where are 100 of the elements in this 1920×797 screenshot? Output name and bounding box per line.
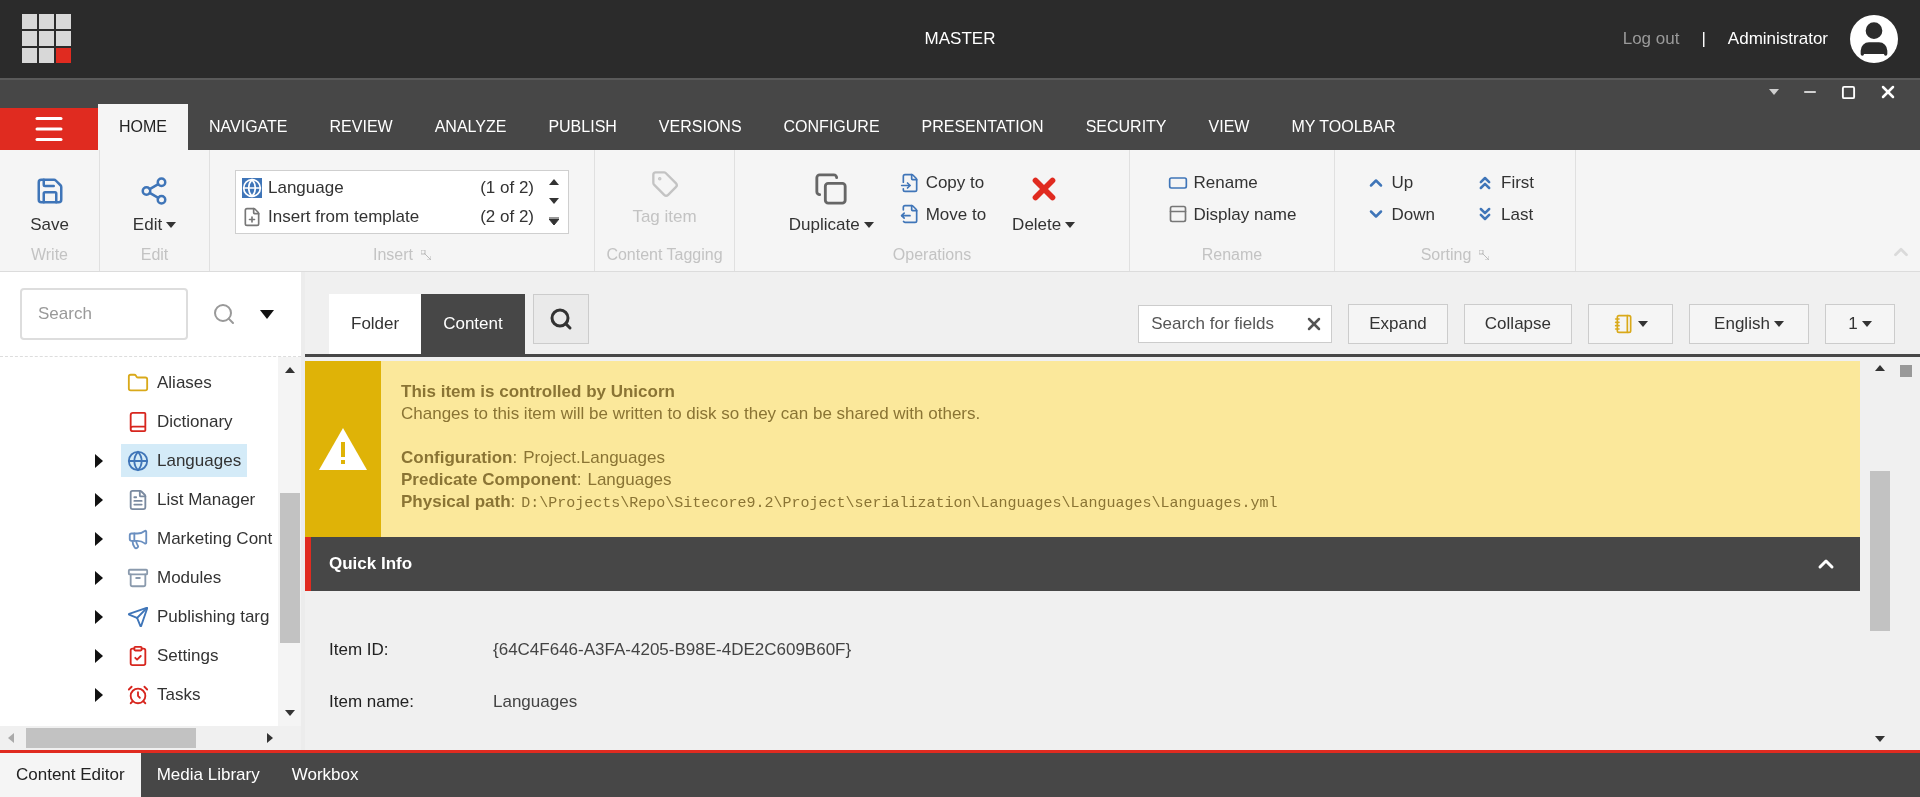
detail-label: Physical path:	[401, 491, 516, 513]
scrollbar-thumb[interactable]	[26, 728, 196, 748]
tree-item[interactable]: Publishing targ	[121, 600, 276, 633]
toolbar-button[interactable]: Expand	[1348, 304, 1448, 344]
option-count: (1 of 2)	[480, 176, 535, 199]
version-dropdown[interactable]: 1	[1825, 304, 1895, 344]
display-name-button[interactable]: Display name	[1167, 201, 1297, 227]
rename-button[interactable]: Rename	[1167, 170, 1297, 196]
field-value: Languages	[493, 690, 578, 713]
language-dropdown[interactable]: English	[1689, 304, 1809, 344]
expand-arrow-icon[interactable]	[95, 453, 103, 468]
ribbon-tab[interactable]: VIEW	[1187, 104, 1271, 150]
expand-arrow-icon[interactable]	[95, 648, 103, 663]
launchpad-grid-icon[interactable]	[22, 14, 72, 64]
panel-icon	[1167, 204, 1188, 225]
dropdown-caret-icon[interactable]	[260, 309, 274, 319]
search-icon[interactable]	[212, 302, 236, 326]
tree-item[interactable]: List Manager	[121, 483, 262, 516]
vertical-scrollbar[interactable]	[278, 357, 301, 726]
tree-item[interactable]: Aliases	[121, 366, 218, 399]
tree-item[interactable]: Tasks	[121, 678, 207, 711]
ribbon-tab[interactable]: HOME	[98, 104, 188, 150]
globe-icon	[242, 177, 262, 198]
search-button[interactable]	[532, 294, 589, 344]
search-field[interactable]: Search	[20, 288, 188, 340]
more-icon[interactable]	[549, 216, 559, 225]
file-out-icon	[899, 204, 920, 225]
scroll-up-icon	[1875, 365, 1885, 371]
toolbar-button[interactable]: Collapse	[1463, 304, 1572, 344]
insert-option[interactable]: Language	[268, 174, 344, 201]
move-to-button[interactable]: Move to	[899, 201, 987, 227]
tree-item-label: Marketing Cont	[157, 527, 273, 550]
tree-item[interactable]: Settings	[121, 639, 225, 672]
section-header[interactable]: Quick Info	[305, 537, 1860, 591]
up-button[interactable]: Up	[1365, 170, 1435, 196]
separator: |	[1701, 28, 1706, 51]
app-tab[interactable]: Media Library	[140, 753, 276, 797]
document-icon	[242, 206, 262, 227]
down-button[interactable]: Down	[1365, 201, 1435, 227]
copy-to-button[interactable]: Copy to	[899, 170, 987, 196]
scroll-up-icon[interactable]	[549, 179, 559, 186]
ribbon-tab[interactable]: NAVIGATE	[188, 104, 309, 150]
menu-button[interactable]	[0, 108, 98, 150]
scroll-down-icon	[284, 710, 295, 716]
expand-arrow-icon[interactable]	[95, 492, 103, 507]
file-in-icon	[899, 172, 920, 193]
tree-item[interactable]: Marketing Cont	[121, 522, 279, 555]
detail-label: Predicate Component:	[401, 469, 582, 491]
ribbon-tab[interactable]: SECURITY	[1064, 104, 1188, 150]
expand-arrow-icon[interactable]	[95, 687, 103, 702]
maximize-icon[interactable]	[1841, 84, 1856, 100]
section-title: Quick Info	[329, 553, 413, 576]
avatar-icon[interactable]	[1850, 15, 1898, 63]
caret-icon	[1637, 321, 1648, 327]
tree-item[interactable]: Modules	[121, 561, 228, 594]
caret-icon	[1861, 321, 1872, 327]
ribbon-tab[interactable]: ANALYZE	[413, 104, 528, 150]
logout-link[interactable]: Log out	[1622, 26, 1680, 52]
scrollbar-thumb[interactable]	[1870, 471, 1890, 631]
editor-tab[interactable]: Content	[421, 294, 525, 354]
ribbon-tab[interactable]: CONFIGURE	[762, 104, 901, 150]
ribbon-tab[interactable]: MY TOOLBAR	[1270, 104, 1417, 150]
insert-option[interactable]: Insert from template	[268, 203, 420, 230]
tree-item[interactable]: Languages	[121, 444, 248, 477]
tree-item-label: Languages	[157, 449, 242, 472]
app-tab[interactable]: Content Editor	[0, 753, 141, 797]
checklist-icon	[127, 644, 149, 667]
scroll-down-icon	[1875, 736, 1885, 742]
scroll-right-icon[interactable]	[267, 733, 273, 743]
expand-arrow-icon[interactable]	[95, 609, 103, 624]
ribbon-tab[interactable]: REVIEW	[308, 104, 414, 150]
scroll-up-icon	[284, 367, 295, 373]
tree-item[interactable]: Dictionary	[121, 405, 239, 438]
ribbon-tab[interactable]: VERSIONS	[637, 104, 763, 150]
horizontal-scrollbar[interactable]	[0, 726, 301, 750]
megaphone-icon	[127, 527, 149, 550]
ribbon-tab[interactable]: PRESENTATION	[900, 104, 1065, 150]
expand-arrow-icon[interactable]	[95, 570, 103, 585]
editor-tab[interactable]: Folder	[329, 294, 422, 354]
send-icon	[127, 605, 149, 628]
field-value: {64C4F646-A3FA-4205-B98E-4DE2C609B60F}	[493, 639, 852, 661]
app-tab[interactable]: Workbox	[275, 753, 375, 797]
scrollbar-thumb[interactable]	[279, 493, 300, 643]
edit-button[interactable]: Edit	[132, 176, 177, 238]
tree-item-label: List Manager	[157, 488, 256, 511]
save-button[interactable]: Save	[30, 176, 69, 238]
tree-item-label: Aliases	[157, 371, 212, 394]
last-button[interactable]: Last	[1475, 201, 1545, 227]
delete-button[interactable]: Delete	[1012, 172, 1076, 238]
ribbon-tab[interactable]: PUBLISH	[527, 104, 638, 150]
warning-icon	[319, 428, 367, 470]
first-button[interactable]: First	[1475, 170, 1545, 196]
caret-icon	[863, 221, 874, 228]
detail-value: Project.Languages	[523, 447, 665, 469]
resize-handle-icon[interactable]	[1900, 365, 1912, 377]
expand-arrow-icon[interactable]	[95, 531, 103, 546]
field-search-field[interactable]: Search for fields	[1138, 305, 1333, 343]
scroll-down-icon[interactable]	[549, 198, 559, 204]
folder-icon	[127, 371, 149, 394]
duplicate-button[interactable]: Duplicate	[788, 172, 874, 238]
